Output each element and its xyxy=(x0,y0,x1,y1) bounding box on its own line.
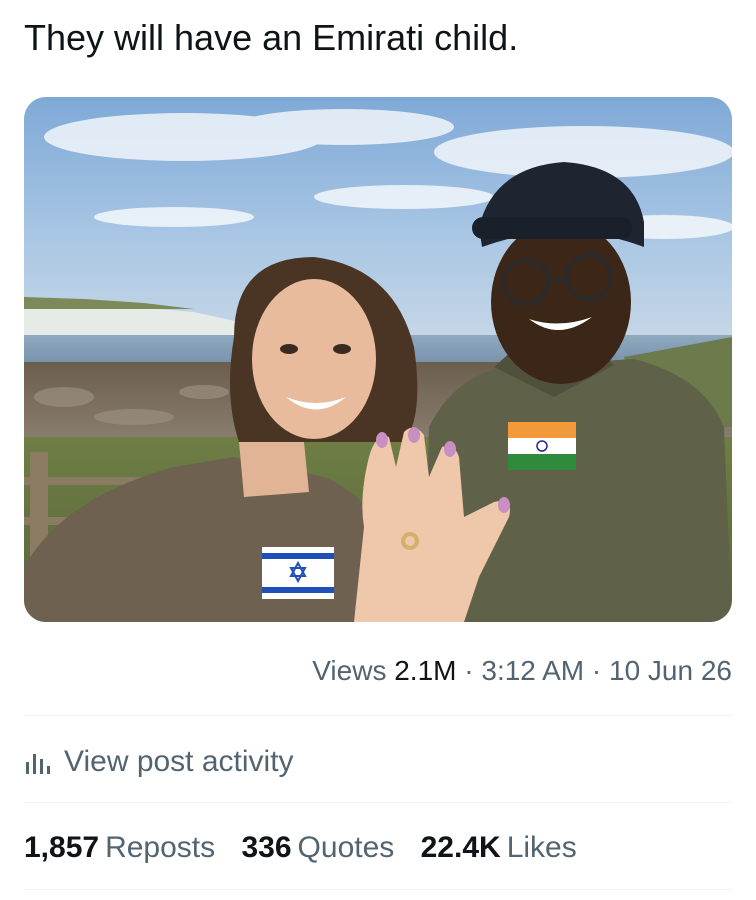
likes-count: 22.4K xyxy=(420,831,501,864)
meta-separator: · xyxy=(591,655,602,686)
likes-stat[interactable]: 22.4K Likes xyxy=(421,826,577,870)
views-label: Views xyxy=(312,655,387,686)
divider xyxy=(24,889,732,890)
man-cap-brim xyxy=(472,217,632,239)
quotes-label: Quotes xyxy=(297,831,395,864)
divider xyxy=(24,715,732,716)
meta-separator: · xyxy=(464,655,474,686)
reposts-count: 1,857 xyxy=(24,831,100,864)
engagement-stats: 1,857 Reposts 336 Quotes 22.4K Likes xyxy=(24,826,595,870)
view-post-activity-link[interactable]: View post activity xyxy=(24,740,294,784)
india-flag-icon xyxy=(508,422,576,470)
post-photo[interactable] xyxy=(24,97,732,622)
quotes-count: 336 xyxy=(241,831,292,864)
reposts-label: Reposts xyxy=(105,831,216,864)
couple-photo-illustration xyxy=(24,97,732,622)
divider xyxy=(24,802,732,803)
israel-flag-icon xyxy=(262,547,334,599)
woman-face xyxy=(252,279,376,439)
view-post-activity-label: View post activity xyxy=(64,745,294,778)
post-date[interactable]: 10 Jun 26 xyxy=(609,655,732,686)
post-meta: Views 2.1M · 3:12 AM · 10 Jun 26 xyxy=(312,651,732,691)
reposts-stat[interactable]: 1,857 Reposts xyxy=(24,826,215,870)
likes-label: Likes xyxy=(506,831,577,864)
post-text: They will have an Emirati child. xyxy=(24,17,519,58)
post-time[interactable]: 3:12 AM xyxy=(481,655,584,686)
analytics-bars-icon xyxy=(26,754,50,774)
quotes-stat[interactable]: 336 Quotes xyxy=(241,826,394,870)
man-face xyxy=(491,220,631,384)
woman-neck xyxy=(239,442,309,497)
views-count: 2.1M xyxy=(394,655,457,686)
